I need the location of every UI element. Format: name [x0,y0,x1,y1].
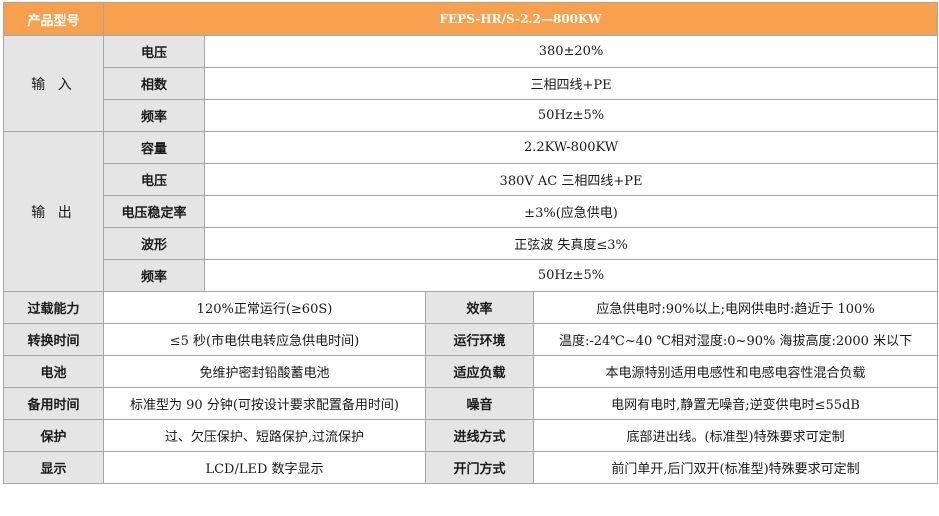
spec-value: 应急供电时:90%以上;电网供电时:趋近于 100% [532,291,939,324]
table-row: 电压稳定率 ±3%(应急供电) [4,195,939,228]
table-row: 备用时间 标准型为 90 分钟(可按设计要求配置备用时间) 噪音 电网有电时,静… [3,387,939,420]
output-group-label: 输 出 [3,131,104,292]
row-value: 380±20% [203,35,939,68]
spec-label: 开门方式 [425,451,534,484]
spec-label: 适应负载 [425,355,534,388]
row-value: 三相四线+PE [203,67,939,100]
spec-label: 运行环境 [425,323,534,356]
table-row: 电池 免维护密封铅酸蓄电池 适应负载 本电源特别适用电感性和电感电容性混合负载 [3,355,939,388]
spec-label: 保护 [3,419,104,452]
spec-label: 显示 [3,451,104,484]
spec-value: 过、欠压保护、短路保护,过流保护 [103,419,426,452]
row-label: 电压 [103,35,205,68]
row-value: 2.2KW-800KW [203,131,939,164]
row-label: 容量 [103,131,205,164]
model-label: 产品型号 [3,2,104,36]
spec-label: 过载能力 [3,291,104,324]
spec-value: 标准型为 90 分钟(可按设计要求配置备用时间) [103,387,426,420]
table-row: 显示 LCD/LED 数字显示 开门方式 前门单开,后门双开(标准型)特殊要求可… [3,451,939,484]
table-row: 输 入 电压 380±20% [3,35,939,132]
spec-value: ≤5 秒(市电供电转应急供电时间) [103,323,426,356]
spec-label: 噪音 [425,387,534,420]
spec-value: 免维护密封铅酸蓄电池 [103,355,426,388]
spec-label: 电池 [3,355,104,388]
table-row: 电压 380V AC 三相四线+PE [4,163,939,196]
table-row: 频率 50Hz±5% [4,99,939,132]
table-row: 相数 三相四线+PE [4,67,939,100]
row-label: 电压稳定率 [103,195,205,228]
row-label: 相数 [103,67,205,100]
spec-value: 底部进出线。(标准型)特殊要求可定制 [532,419,939,452]
row-value: 正弦波 失真度≤3% [203,227,939,260]
spec-label: 转换时间 [3,323,104,356]
input-group-label: 输 入 [3,35,104,132]
spec-label: 备用时间 [3,387,104,420]
model-name: FEPS-HR/S-2.2—800KW [102,2,939,36]
spec-value: 温度:-24℃~40 ℃相对湿度:0~90% 海拔高度:2000 米以下 [532,323,939,356]
table-row: 转换时间 ≤5 秒(市电供电转应急供电时间) 运行环境 温度:-24℃~40 ℃… [3,323,939,356]
spec-value: LCD/LED 数字显示 [103,451,426,484]
product-spec-table: 产品型号 FEPS-HR/S-2.2—800KW 输 入 电压 380±20% … [3,2,939,484]
row-label: 波形 [103,227,205,260]
spec-value: 前门单开,后门双开(标准型)特殊要求可定制 [532,451,939,484]
row-value: ±3%(应急供电) [203,195,939,228]
row-value: 50Hz±5% [203,99,939,132]
table-row: 过载能力 120%正常运行(≥60S) 效率 应急供电时:90%以上;电网供电时… [3,291,939,324]
table-row: 保护 过、欠压保护、短路保护,过流保护 进线方式 底部进出线。(标准型)特殊要求… [3,419,939,452]
row-label: 频率 [103,99,205,132]
table-row: 频率 50Hz±5% [4,259,939,292]
row-label: 频率 [103,259,205,292]
row-value: 50Hz±5% [203,259,939,292]
spec-value: 电网有电时,静置无噪音;逆变供电时≤55dB [532,387,939,420]
header-row: 产品型号 FEPS-HR/S-2.2—800KW [3,2,939,36]
spec-label: 进线方式 [425,419,534,452]
spec-value: 本电源特别适用电感性和电感电容性混合负载 [532,355,939,388]
spec-value: 120%正常运行(≥60S) [103,291,426,324]
spec-label: 效率 [425,291,534,324]
row-label: 电压 [103,163,205,196]
table-row: 波形 正弦波 失真度≤3% [4,227,939,260]
row-value: 380V AC 三相四线+PE [203,163,939,196]
table-row: 输 出 容量 2.2KW-800KW [3,131,939,292]
